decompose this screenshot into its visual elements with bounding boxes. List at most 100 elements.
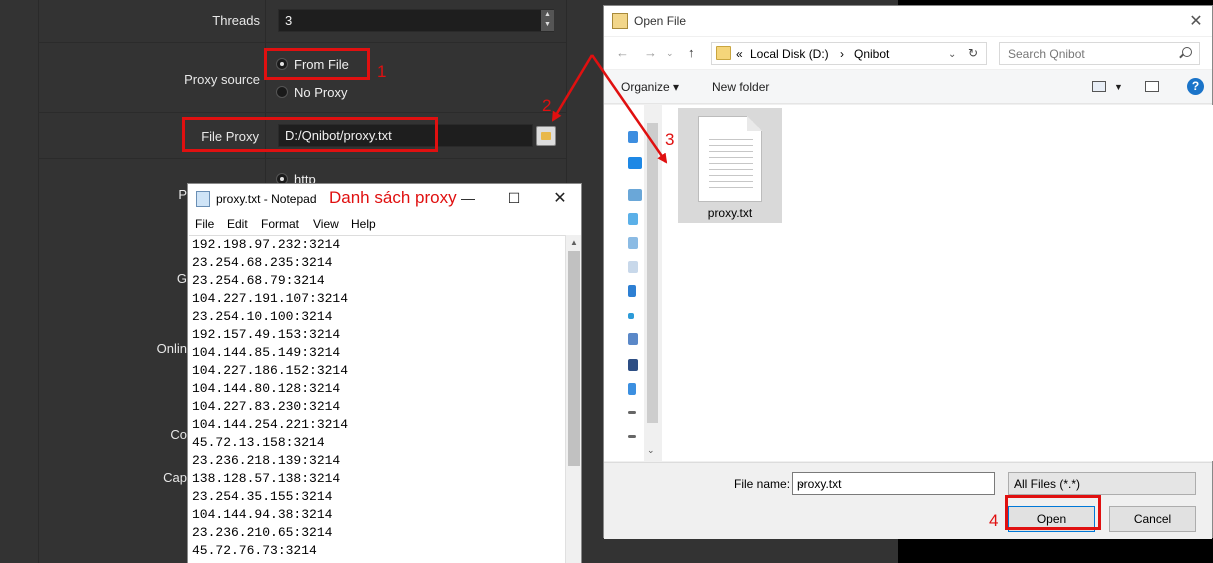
notepad-line: 104.144.85.149:3214 <box>192 345 341 360</box>
menu-format[interactable]: Format <box>261 217 299 231</box>
menu-view[interactable]: View <box>313 217 339 231</box>
notepad-line: 104.144.80.128:3214 <box>192 381 341 396</box>
notepad-line: 104.144.94.38:3214 <box>192 507 333 522</box>
step-4-label: 4 <box>989 511 999 530</box>
breadcrumb-prefix: « <box>736 47 743 61</box>
minimize-icon[interactable]: — <box>458 190 478 206</box>
notepad-line: 45.72.76.73:3214 <box>192 543 317 558</box>
search-icon[interactable] <box>1182 47 1192 57</box>
no-proxy-radio[interactable] <box>276 86 288 98</box>
scrollbar-thumb[interactable] <box>568 251 580 466</box>
change-view-icon[interactable] <box>1092 81 1106 92</box>
address-bar[interactable]: « Local Disk (D:) › Qnibot ⌄ ↻ <box>711 42 987 65</box>
menu-help[interactable]: Help <box>351 217 376 231</box>
dialog-close-icon[interactable]: ✕ <box>1186 11 1206 31</box>
back-icon[interactable]: ← <box>616 45 629 60</box>
cancel-button[interactable]: Cancel <box>1109 506 1196 532</box>
desktop-icon[interactable] <box>628 237 638 249</box>
notepad-line: 138.128.57.138:3214 <box>192 471 341 486</box>
organize-menu[interactable]: Organize ▾ <box>621 80 679 94</box>
drive-icon[interactable] <box>628 435 636 438</box>
truncated-label: Onlin <box>156 341 187 356</box>
notepad-text-area[interactable]: 192.198.97.232:3214 23.254.68.235:3214 23.… <box>189 235 567 563</box>
dialog-title: Open File <box>634 14 687 28</box>
downloads-icon[interactable] <box>628 285 636 297</box>
dialog-titlebar[interactable]: Open File ✕ <box>604 6 1212 36</box>
file-name-label: File name: <box>734 477 791 491</box>
highlight-file-proxy <box>182 117 438 152</box>
file-type-select[interactable]: All Files (*.*) ⌄ <box>1008 472 1196 495</box>
chevron-down-icon[interactable]: ⌄ <box>1014 476 1190 489</box>
highlight-from-file <box>264 48 370 80</box>
dialog-toolbar: Organize ▾ New folder ▼ ? <box>604 70 1212 104</box>
address-dropdown-icon[interactable]: ⌄ <box>948 49 956 60</box>
browse-folder-button[interactable] <box>536 126 556 146</box>
file-list-pane: proxy.txt <box>662 105 1213 461</box>
breadcrumb-drive[interactable]: Local Disk (D:) <box>750 47 829 61</box>
notepad-line: 23.236.210.65:3214 <box>192 525 333 540</box>
file-item-proxy[interactable]: proxy.txt <box>678 108 782 223</box>
pictures-icon[interactable] <box>628 333 638 345</box>
onedrive-icon[interactable] <box>628 157 642 169</box>
threads-spinner[interactable]: ▲ ▼ <box>541 10 554 31</box>
new-folder-button[interactable]: New folder <box>712 80 769 94</box>
truncated-label: Cap <box>163 470 187 485</box>
navigation-scrollbar[interactable]: ⌄ <box>644 105 661 461</box>
notepad-annotation-caption: Danh sách proxy <box>329 188 457 207</box>
notepad-line: 104.227.191.107:3214 <box>192 291 349 306</box>
notepad-scrollbar[interactable]: ▲ <box>565 235 581 563</box>
row-divider <box>38 112 566 113</box>
truncated-label: P <box>178 187 187 202</box>
threads-input[interactable] <box>278 9 554 32</box>
file-name-input[interactable]: proxy.txt ⌄ <box>792 472 995 495</box>
windows-drive-icon[interactable] <box>628 383 636 395</box>
up-icon[interactable]: ↑ <box>688 45 695 60</box>
help-icon[interactable]: ? <box>1187 78 1204 95</box>
notepad-line: 104.227.186.152:3214 <box>192 363 349 378</box>
notepad-line: 192.198.97.232:3214 <box>192 237 341 252</box>
no-proxy-label[interactable]: No Proxy <box>294 85 347 100</box>
step-3-label: 3 <box>665 130 675 149</box>
step-1-label: 1 <box>377 62 387 81</box>
3d-objects-icon[interactable] <box>628 213 638 225</box>
recent-dropdown-icon[interactable]: ⌄ <box>666 48 674 59</box>
videos-icon[interactable] <box>628 359 638 371</box>
step-2-label: 2 <box>542 96 552 115</box>
breadcrumb-separator: › <box>840 47 844 61</box>
search-box[interactable]: Search Qnibot <box>999 42 1200 65</box>
notepad-titlebar[interactable]: proxy.txt - Notepad Danh sách proxy — ☐ … <box>188 184 581 214</box>
navigation-scroll-thumb[interactable] <box>647 123 658 423</box>
chevron-down-icon[interactable]: ⌄ <box>797 476 990 489</box>
spin-down-icon[interactable]: ▼ <box>541 20 554 30</box>
row-divider <box>38 42 566 43</box>
notepad-line: 23.254.35.155:3214 <box>192 489 333 504</box>
notepad-line: 45.72.13.158:3214 <box>192 435 325 450</box>
menu-file[interactable]: File <box>195 217 214 231</box>
maximize-icon[interactable]: ☐ <box>504 190 524 207</box>
text-file-icon <box>698 116 762 202</box>
this-pc-icon[interactable] <box>628 189 642 201</box>
spin-up-icon[interactable]: ▲ <box>541 10 554 20</box>
documents-icon[interactable] <box>628 261 638 273</box>
quick-access-icon[interactable] <box>628 131 638 143</box>
breadcrumb-folder[interactable]: Qnibot <box>854 47 889 61</box>
proxy-source-label: Proxy source <box>184 72 260 87</box>
address-row: ← → ⌄ ↑ « Local Disk (D:) › Qnibot ⌄ ↻ S… <box>604 37 1212 69</box>
notepad-line: 23.236.218.139:3214 <box>192 453 341 468</box>
view-dropdown-icon[interactable]: ▼ <box>1114 82 1123 92</box>
close-icon[interactable]: ✕ <box>550 188 570 208</box>
scroll-down-icon[interactable]: ⌄ <box>647 445 655 456</box>
local-disk-icon[interactable] <box>628 411 636 414</box>
notepad-window: proxy.txt - Notepad Danh sách proxy — ☐ … <box>187 183 582 563</box>
forward-icon[interactable]: → <box>644 45 657 60</box>
music-icon[interactable] <box>628 313 634 319</box>
row-divider <box>38 158 566 159</box>
search-input[interactable]: Search Qnibot <box>1008 47 1085 61</box>
notepad-menubar: File Edit Format View Help <box>188 214 581 234</box>
preview-pane-icon[interactable] <box>1145 81 1159 92</box>
menu-edit[interactable]: Edit <box>227 217 248 231</box>
threads-label: Threads <box>212 13 260 28</box>
notepad-title: proxy.txt - Notepad <box>216 192 317 206</box>
refresh-icon[interactable]: ↻ <box>968 46 978 60</box>
scroll-up-icon[interactable]: ▲ <box>566 235 582 251</box>
